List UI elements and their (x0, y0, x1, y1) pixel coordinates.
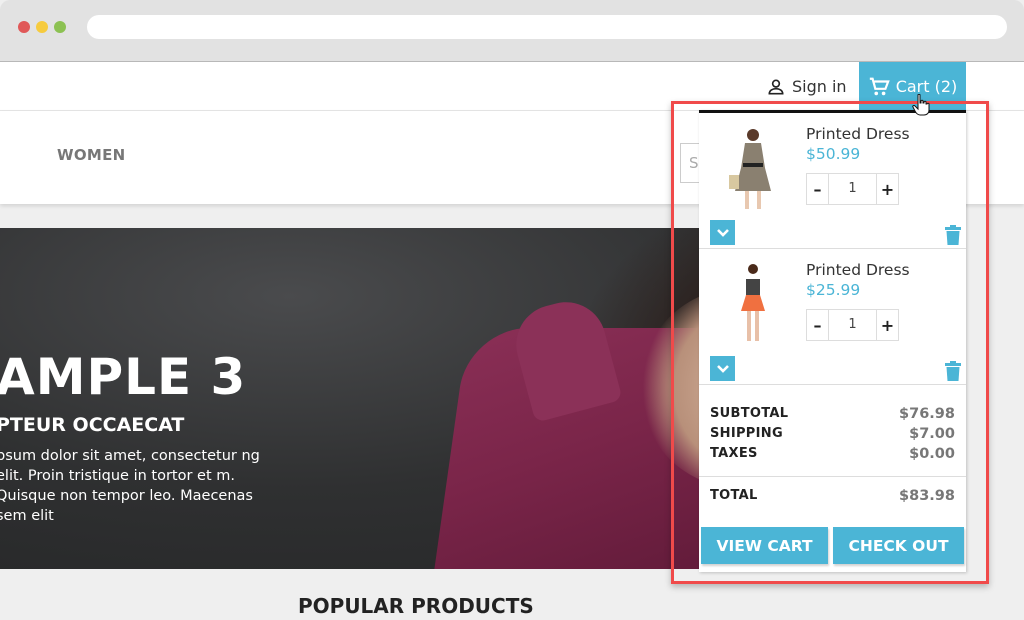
browser-chrome (0, 0, 1024, 62)
hero-subtitle: PTEUR OCCAECAT (0, 414, 185, 436)
hand-cursor-icon (912, 94, 930, 116)
delete-item-icon[interactable] (945, 361, 961, 381)
expand-details-button[interactable] (710, 356, 735, 381)
chevron-down-icon (716, 364, 729, 373)
quantity-input[interactable]: 1 (829, 174, 876, 204)
close-window-button[interactable] (18, 21, 30, 33)
minimize-window-button[interactable] (36, 21, 48, 33)
totals-divider (699, 476, 966, 477)
shipping-row: SHIPPING $7.00 (710, 426, 955, 446)
increase-quantity-button[interactable]: + (876, 174, 898, 204)
cart-item: Printed Dress $25.99 – 1 + (699, 249, 966, 385)
cart-actions: VIEW CART CHECK OUT (701, 527, 964, 564)
product-thumbnail[interactable] (713, 123, 793, 213)
item-name[interactable]: Printed Dress (806, 261, 910, 279)
decrease-quantity-button[interactable]: – (807, 310, 829, 340)
shopping-cart-icon (869, 77, 890, 95)
subtotal-value: $76.98 (899, 406, 955, 422)
product-thumbnail[interactable] (713, 259, 793, 349)
checkout-button[interactable]: CHECK OUT (833, 527, 964, 564)
quantity-stepper: – 1 + (806, 173, 899, 205)
total-value: $83.98 (899, 488, 955, 504)
increase-quantity-button[interactable]: + (876, 310, 898, 340)
decrease-quantity-button[interactable]: – (807, 174, 829, 204)
taxes-row: TAXES $0.00 (710, 446, 955, 466)
item-name[interactable]: Printed Dress (806, 125, 910, 143)
delete-item-icon[interactable] (945, 225, 961, 245)
quantity-stepper: – 1 + (806, 309, 899, 341)
cart-item: Printed Dress $50.99 – 1 + (699, 113, 966, 249)
total-label: TOTAL (710, 488, 758, 503)
taxes-label: TAXES (710, 446, 758, 461)
user-icon (768, 79, 784, 94)
hero-title: AMPLE 3 (0, 348, 247, 406)
quantity-input[interactable]: 1 (829, 310, 876, 340)
popular-products-heading: POPULAR PRODUCTS (298, 594, 534, 618)
cart-totals: SUBTOTAL $76.98 SHIPPING $7.00 TAXES $0.… (699, 396, 966, 466)
item-price: $25.99 (806, 281, 861, 299)
shipping-value: $7.00 (909, 426, 955, 442)
subtotal-row: SUBTOTAL $76.98 (710, 406, 955, 426)
subtotal-label: SUBTOTAL (710, 406, 789, 421)
item-price: $50.99 (806, 145, 861, 163)
sign-in-label: Sign in (792, 77, 847, 96)
expand-details-button[interactable] (710, 220, 735, 245)
view-cart-button[interactable]: VIEW CART (701, 527, 828, 564)
address-bar[interactable] (87, 15, 1007, 39)
hero-text: psum dolor sit amet, consectetur ng elit… (0, 448, 260, 524)
total-row: TOTAL $83.98 (710, 488, 955, 508)
maximize-window-button[interactable] (54, 21, 66, 33)
chevron-down-icon (716, 228, 729, 237)
cart-dropdown: Printed Dress $50.99 – 1 + Printed Dress… (699, 110, 966, 572)
menu-item-women[interactable]: WOMEN (57, 146, 126, 164)
taxes-value: $0.00 (909, 446, 955, 462)
shipping-label: SHIPPING (710, 426, 783, 441)
